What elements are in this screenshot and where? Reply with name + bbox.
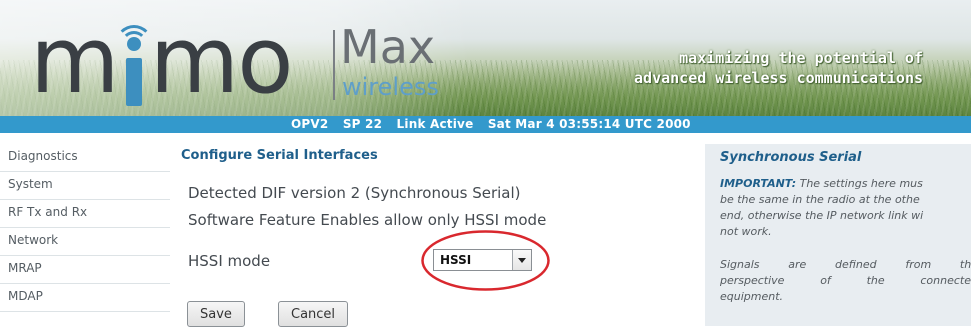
status-sp: SP 22 — [342, 117, 383, 131]
logo-divider — [333, 30, 335, 100]
chevron-down-icon[interactable] — [512, 250, 531, 270]
logo-wireless: wireless — [342, 73, 439, 101]
help-signals-line-3: equipment. — [720, 290, 784, 303]
help-title: Synchronous Serial — [720, 150, 862, 165]
sidebar-item-diagnostics[interactable]: Diagnostics — [0, 144, 170, 172]
help-important-line-1: IMPORTANT: The settings here mus — [720, 177, 923, 190]
page-title: Configure Serial Interfaces — [181, 148, 378, 163]
header-banner: m mo Max wireless maximizing the potenti… — [0, 0, 971, 130]
important-label: IMPORTANT: — [720, 177, 797, 190]
hssi-mode-select[interactable]: HSSI — [433, 249, 532, 271]
feature-enables-text: Software Feature Enables allow only HSSI… — [188, 211, 547, 229]
sidebar-item-rf-tx-rx[interactable]: RF Tx and Rx — [0, 200, 170, 228]
help-important-line-4: not work. — [720, 225, 772, 238]
sidebar-item-network[interactable]: Network — [0, 228, 170, 256]
help-panel: Synchronous Serial IMPORTANT: The settin… — [705, 144, 971, 326]
hssi-mode-value: HSSI — [440, 253, 472, 267]
status-text: OPV2 SP 22 Link Active Sat Mar 4 03:55:1… — [291, 116, 701, 133]
cancel-button[interactable]: Cancel — [278, 301, 349, 327]
logo-text-mo: mo — [149, 7, 294, 114]
logo-max: Max — [340, 20, 436, 74]
save-button[interactable]: Save — [187, 301, 245, 327]
help-signals-line-2: perspective of the connected — [720, 274, 971, 287]
tagline: maximizing the potential of advanced wir… — [634, 48, 923, 88]
mimo-logo: m mo — [30, 6, 294, 116]
detected-version-text: Detected DIF version 2 (Synchronous Seri… — [188, 184, 521, 202]
sidebar-nav: Diagnostics System RF Tx and Rx Network … — [0, 144, 170, 312]
status-datetime: Sat Mar 4 03:55:14 UTC 2000 — [487, 117, 691, 131]
help-important-line-3: end, otherwise the IP network link wi — [720, 209, 924, 222]
sidebar-item-mdap[interactable]: MDAP — [0, 284, 170, 312]
help-signals-line-1: Signals are defined from the — [720, 258, 971, 271]
tagline-line-1: maximizing the potential of — [679, 49, 923, 67]
help-important-line-2: be the same in the radio at the othe — [720, 193, 920, 206]
sidebar-item-mrap[interactable]: MRAP — [0, 256, 170, 284]
sidebar-item-system[interactable]: System — [0, 172, 170, 200]
logo-text-m: m — [30, 7, 120, 114]
logo-antenna-i-icon — [114, 6, 153, 116]
status-link: Link Active — [396, 117, 474, 131]
status-device: OPV2 — [291, 117, 329, 131]
hssi-mode-label: HSSI mode — [188, 252, 271, 270]
tagline-line-2: advanced wireless communications — [634, 69, 923, 87]
